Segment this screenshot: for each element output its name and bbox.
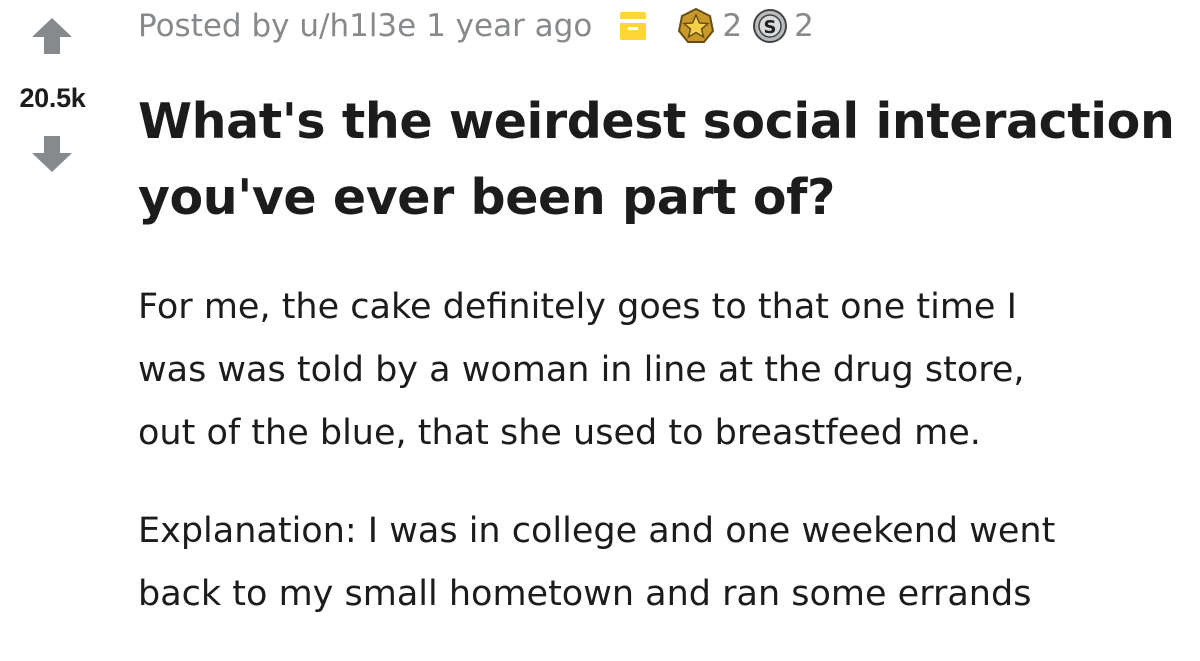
post-body: For me, the cake definitely goes to that… [138,276,1198,661]
posted-by: Posted by u/h1l3e 1 year ago [138,8,592,44]
post-meta: Posted by u/h1l3e 1 year ago 2 S 2 [138,4,824,48]
post-paragraph: Explanation: I was in college and one we… [138,500,1198,626]
svg-text:S: S [764,17,777,38]
posted-prefix: Posted by [138,8,290,44]
post-title-line: you've ever been part of? [138,169,836,226]
gold-award-icon [678,7,715,43]
username-link[interactable]: u/h1l3e [299,8,416,44]
upvote-arrow-icon[interactable] [32,18,72,54]
post-time: 1 year ago [426,8,593,44]
post-paragraph: For me, the cake definitely goes to that… [138,276,1198,465]
gold-award[interactable]: 2 [676,7,742,45]
post-line: back to my small hometown and ran some e… [138,574,1032,614]
silver-award-count: 2 [794,8,814,44]
post-line: out of the blue, that she used to breast… [138,413,981,453]
post-line: For me, the cake definitely goes to that… [138,287,1017,327]
silver-award[interactable]: S 2 [752,7,814,45]
post-line: was was told by a woman in line at the d… [138,350,1025,390]
vote-score: 20.5k [19,83,86,113]
downvote-arrow-icon[interactable] [32,136,72,172]
post-line: Explanation: I was in college and one we… [138,511,1056,551]
post-title-line: What's the weirdest social interaction [138,93,1175,150]
post-title[interactable]: What's the weirdest social interaction y… [138,84,1198,236]
gold-award-count: 2 [722,8,743,44]
archive-icon [620,12,647,40]
silver-award-icon: S [753,9,788,43]
